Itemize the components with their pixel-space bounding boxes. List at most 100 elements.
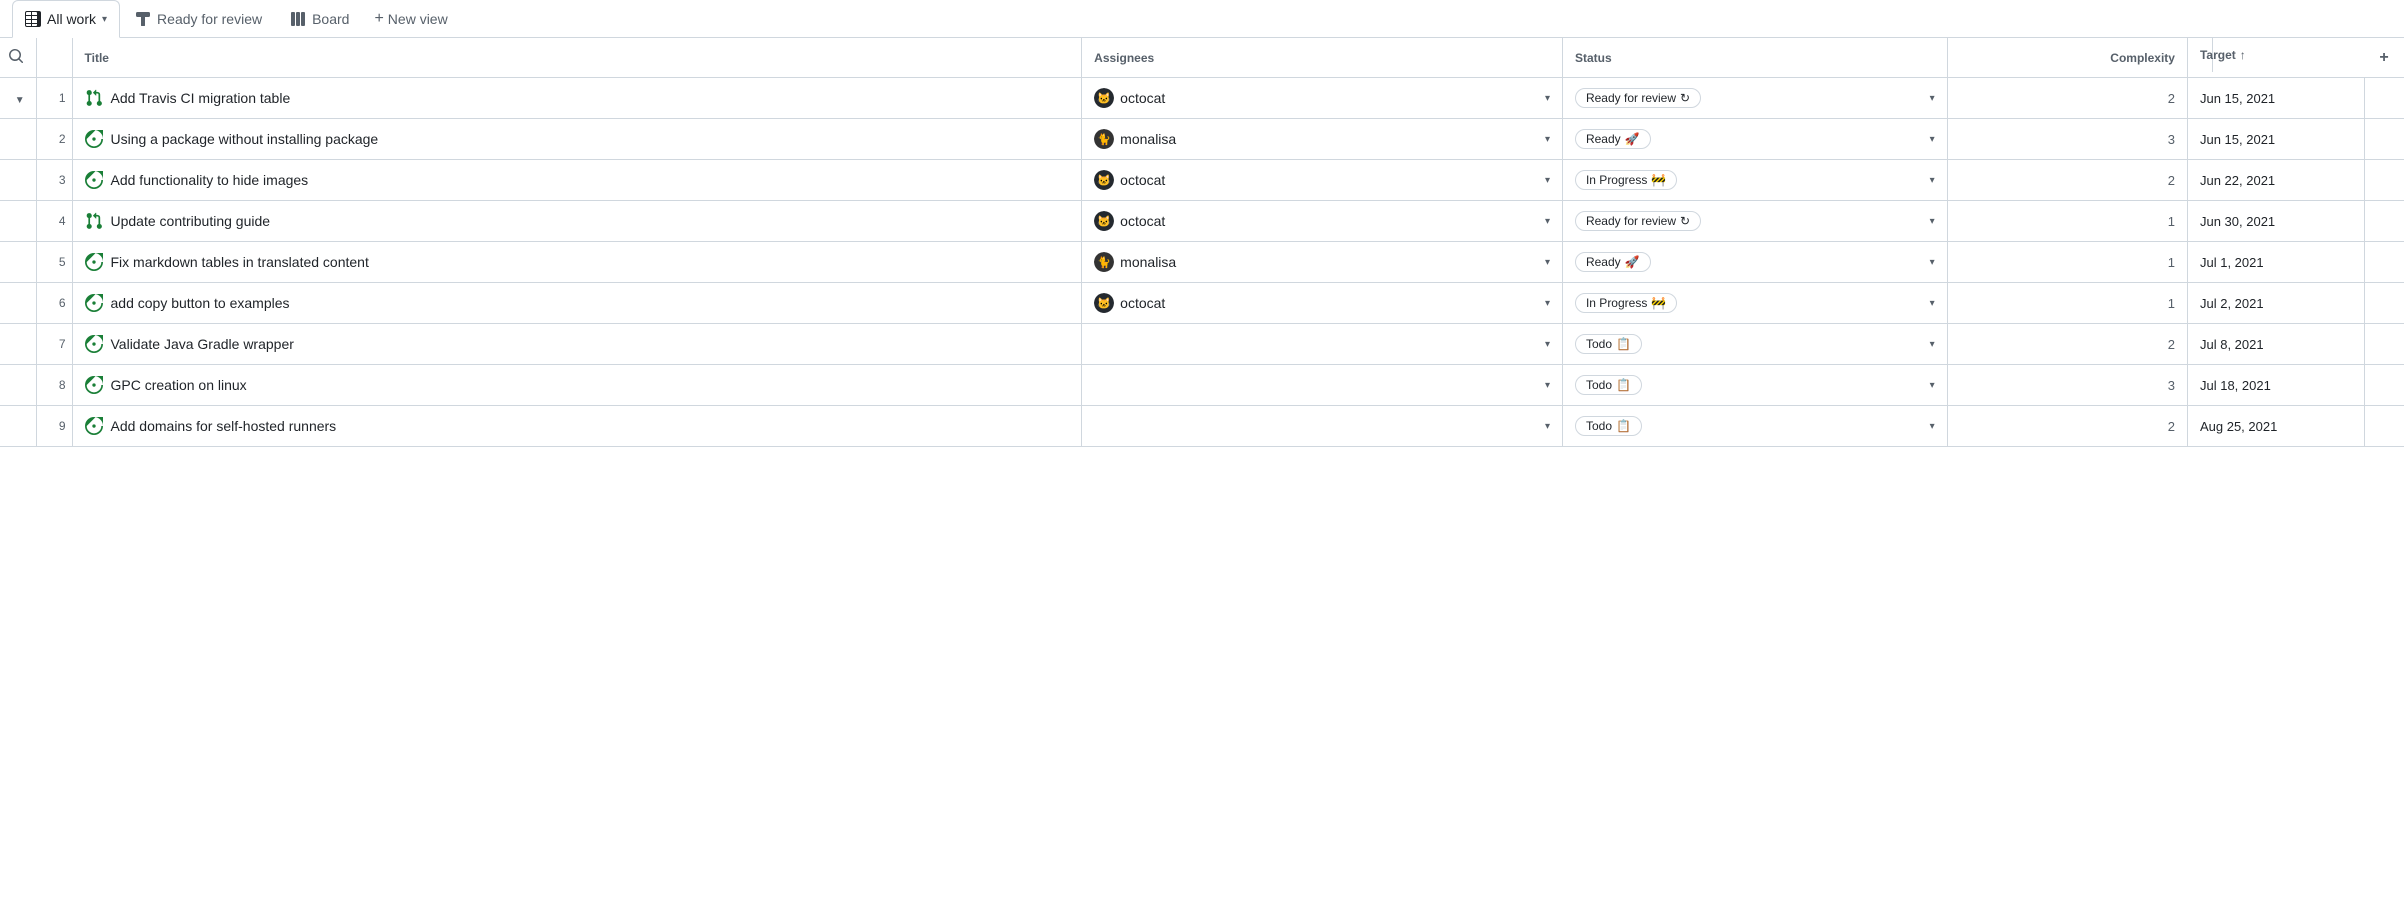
avatar: 🐱 (1094, 211, 1114, 231)
row-status-cell: Ready 🚀 ▾ (1562, 242, 1947, 283)
row-complexity-cell: 2 (1947, 160, 2187, 201)
pr-icon (85, 89, 103, 107)
table-row: ▼ 1 Add Travis CI migration table 🐱 octoc… (0, 78, 2404, 119)
avatar: 🐱 (1094, 88, 1114, 108)
row-status-cell: Ready 🚀 ▾ (1562, 119, 1947, 160)
issue-icon (85, 171, 103, 189)
status-text: Ready for review (1586, 91, 1676, 105)
row-number: 6 (36, 283, 72, 324)
assignee-dropdown-empty-icon[interactable]: ▾ (1545, 339, 1550, 350)
assignee-dropdown-icon[interactable]: ▾ (1545, 257, 1550, 268)
search-header[interactable] (0, 38, 36, 78)
table-row: 2 Using a package without installing pac… (0, 119, 2404, 160)
new-view-label: New view (388, 11, 448, 27)
issues-table: Title Assignees Status Complexity Target… (0, 38, 2404, 447)
row-number: 3 (36, 160, 72, 201)
row-extra-cell (2364, 201, 2404, 242)
status-badge: In Progress 🚧 (1575, 293, 1677, 313)
row-complexity-cell: 2 (1947, 406, 2187, 447)
add-column-button[interactable]: + (2364, 38, 2404, 78)
row-expand-cell (0, 242, 36, 283)
status-dropdown-icon[interactable]: ▾ (1930, 257, 1935, 268)
row-title-text[interactable]: Update contributing guide (111, 213, 271, 229)
row-title-text[interactable]: GPC creation on linux (111, 377, 247, 393)
status-badge: Ready for review ↻ (1575, 211, 1701, 231)
svg-text:🐈: 🐈 (1097, 133, 1111, 146)
tab-ready-label: Ready for review (157, 11, 262, 27)
row-assignees-cell: 🐱 octocat▾ (1082, 201, 1563, 242)
status-badge: Ready 🚀 (1575, 129, 1651, 149)
complexity-header: Complexity (1947, 38, 2187, 78)
assignee-dropdown-empty-icon[interactable]: ▾ (1545, 421, 1550, 432)
row-expand-cell (0, 324, 36, 365)
status-dropdown-icon[interactable]: ▾ (1930, 216, 1935, 227)
status-dropdown-icon[interactable]: ▾ (1930, 93, 1935, 104)
row-target-cell: Jun 22, 2021 (2187, 160, 2364, 201)
search-icon[interactable] (8, 53, 24, 67)
status-emoji: 🚀 (1625, 255, 1640, 269)
row-expand-cell (0, 201, 36, 242)
row-expand-cell: ▼ (0, 78, 36, 119)
row-title-text[interactable]: Add Travis CI migration table (111, 90, 291, 106)
assignee-dropdown-icon[interactable]: ▾ (1545, 134, 1550, 145)
row-title-text[interactable]: add copy button to examples (111, 295, 290, 311)
issue-icon (85, 376, 103, 394)
row-target-cell: Jul 2, 2021 (2187, 283, 2364, 324)
status-badge: Ready for review ↻ (1575, 88, 1701, 108)
new-view-button[interactable]: + New view (364, 2, 457, 36)
status-text: Ready (1586, 255, 1621, 269)
row-extra-cell (2364, 324, 2404, 365)
row-status-cell: Todo 📋▾ (1562, 365, 1947, 406)
status-emoji: 🚧 (1651, 296, 1666, 310)
row-title-text[interactable]: Using a package without installing packa… (111, 131, 379, 147)
table-row: 3 Add functionality to hide images 🐱 oct… (0, 160, 2404, 201)
target-header-label: Target (2200, 48, 2236, 62)
tab-ready-for-review[interactable]: Ready for review (122, 0, 275, 37)
tab-all-work[interactable]: All work ▾ (12, 0, 120, 38)
status-emoji: 📋 (1616, 337, 1631, 351)
row-assignees-cell: 🐈 monalisa▾ (1082, 242, 1563, 283)
status-emoji: 📋 (1616, 378, 1631, 392)
row-assignees-cell: 🐱 octocat ▾ (1082, 78, 1563, 119)
assignees-header: Assignees (1082, 38, 1563, 78)
row-title-cell: add copy button to examples (72, 283, 1082, 324)
tab-board[interactable]: Board (277, 0, 362, 37)
status-header: Status (1562, 38, 1947, 78)
assignee-dropdown-icon[interactable]: ▾ (1545, 298, 1550, 309)
row-number: 1 (36, 78, 72, 119)
status-header-label: Status (1575, 51, 1612, 65)
status-badge: In Progress 🚧 (1575, 170, 1677, 190)
tab-dropdown-icon[interactable]: ▾ (102, 14, 107, 25)
issue-icon (85, 130, 103, 148)
row-title-cell: Using a package without installing packa… (72, 119, 1082, 160)
expand-arrow-icon[interactable]: ▼ (15, 95, 25, 106)
row-title-text[interactable]: Validate Java Gradle wrapper (111, 336, 294, 352)
row-target-cell: Jul 1, 2021 (2187, 242, 2364, 283)
assignee-dropdown-icon[interactable]: ▾ (1545, 216, 1550, 227)
svg-text:🐱: 🐱 (1097, 174, 1111, 187)
status-text: In Progress (1586, 296, 1647, 310)
pr-icon (85, 212, 103, 230)
sort-asc-icon[interactable]: ↑ (2240, 48, 2246, 62)
assignee-dropdown-empty-icon[interactable]: ▾ (1545, 380, 1550, 391)
app-container: All work ▾ Ready for review Board + (0, 0, 2404, 447)
status-dropdown-icon[interactable]: ▾ (1930, 298, 1935, 309)
row-extra-cell (2364, 283, 2404, 324)
row-title-text[interactable]: Add functionality to hide images (111, 172, 309, 188)
row-target-cell: Jul 8, 2021 (2187, 324, 2364, 365)
status-dropdown-icon[interactable]: ▾ (1930, 421, 1935, 432)
status-dropdown-icon[interactable]: ▾ (1930, 175, 1935, 186)
status-dropdown-icon[interactable]: ▾ (1930, 339, 1935, 350)
row-title-cell: Add functionality to hide images (72, 160, 1082, 201)
status-dropdown-icon[interactable]: ▾ (1930, 134, 1935, 145)
row-title-text[interactable]: Add domains for self-hosted runners (111, 418, 337, 434)
status-dropdown-icon[interactable]: ▾ (1930, 380, 1935, 391)
row-title-text[interactable]: Fix markdown tables in translated conten… (111, 254, 369, 270)
avatar: 🐱 (1094, 170, 1114, 190)
assignee-dropdown-icon[interactable]: ▾ (1545, 175, 1550, 186)
avatar: 🐈 (1094, 129, 1114, 149)
row-number: 2 (36, 119, 72, 160)
assignee-name: octocat (1120, 90, 1165, 106)
assignee-dropdown-icon[interactable]: ▾ (1545, 93, 1550, 104)
status-text: In Progress (1586, 173, 1647, 187)
